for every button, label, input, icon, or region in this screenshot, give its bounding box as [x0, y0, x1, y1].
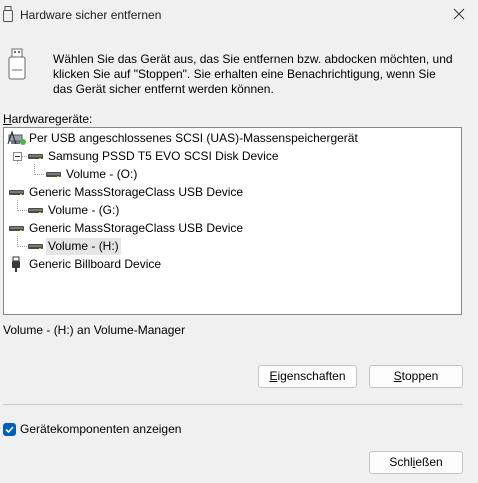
- show-components-checkbox[interactable]: [3, 423, 16, 436]
- tree-connector: [34, 174, 44, 175]
- usb-drive-icon: [3, 6, 13, 22]
- drive-icon: [28, 208, 43, 213]
- drive-icon: [28, 244, 43, 249]
- hardware-label-accel: H: [3, 112, 12, 126]
- divider: [3, 404, 463, 405]
- close-label-rest: eßen: [415, 455, 443, 469]
- usb-device-icon: [7, 130, 26, 145]
- collapse-toggle[interactable]: [13, 152, 22, 161]
- tree-item-label: Volume - (G:): [48, 203, 120, 217]
- close-button[interactable]: [448, 3, 470, 25]
- device-tree[interactable]: Per USB angeschlossenes SCSI (UAS)-Masse…: [3, 127, 462, 315]
- title-bar: Hardware sicher entfernen: [0, 0, 478, 30]
- window-title: Hardware sicher entfernen: [20, 8, 162, 22]
- stop-label-rest: toppen: [401, 369, 439, 383]
- drive-icon: [9, 226, 24, 231]
- device-status-text: Volume - (H:) an Volume-Manager: [3, 323, 186, 337]
- tree-item-label: Volume - (O:): [66, 167, 138, 181]
- usb-plug-icon: [12, 256, 20, 272]
- tree-item-label: Volume - (H:): [46, 238, 121, 255]
- stop-accel: S: [393, 369, 402, 383]
- show-components-label[interactable]: Gerätekomponenten anzeigen: [20, 422, 181, 436]
- properties-button[interactable]: Eigenschaften: [258, 365, 357, 388]
- tree-item-label: Generic MassStorageClass USB Device: [29, 185, 244, 199]
- hardware-label-rest: ardwaregeräte:: [11, 112, 93, 126]
- drive-icon: [46, 172, 61, 177]
- checkmark-icon: [5, 426, 14, 434]
- drive-icon: [9, 190, 24, 195]
- tree-item-label: Samsung PSSD T5 EVO SCSI Disk Device: [48, 149, 279, 163]
- tree-item-label: Generic Billboard Device: [29, 257, 162, 271]
- instructions-text: Wählen Sie das Gerät aus, das Sie entfer…: [53, 52, 453, 96]
- tree-item-label: Per USB angeschlossenes SCSI (UAS)-Masse…: [29, 131, 358, 145]
- drive-icon: [28, 154, 43, 159]
- properties-label-rest: igenschaften: [277, 369, 346, 383]
- tree-item-label: Generic MassStorageClass USB Device: [29, 221, 244, 235]
- close-label-pre: Schl: [389, 455, 413, 469]
- stop-button[interactable]: Stoppen: [369, 365, 463, 388]
- close-icon: [453, 8, 465, 20]
- dialog-window: Hardware sicher entfernen Wählen Sie das…: [0, 0, 478, 483]
- hardware-devices-label: Hardwaregeräte:: [3, 112, 92, 126]
- close-dialog-button[interactable]: Schließen: [369, 451, 463, 474]
- usb-stick-icon: [8, 48, 26, 80]
